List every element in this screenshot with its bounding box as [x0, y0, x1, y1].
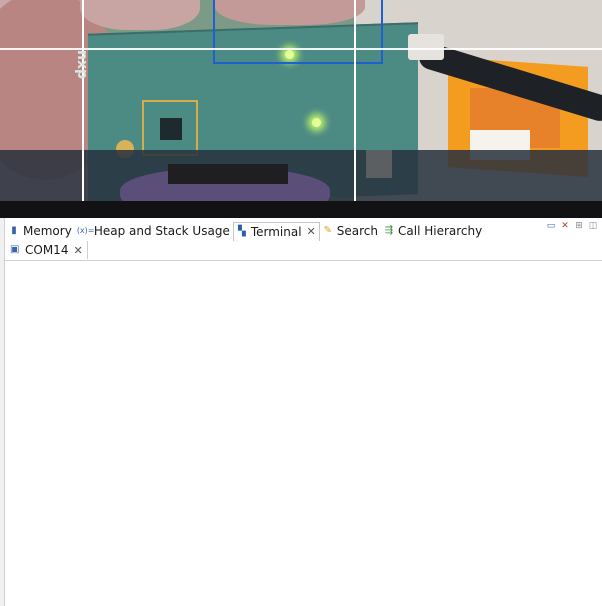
panel-divider [0, 201, 602, 218]
grid-line [354, 0, 356, 201]
view-tabs: ▮ Memory (x)= Heap and Stack Usage ▚ Ter… [6, 221, 485, 241]
board-logo: nxp [74, 50, 90, 80]
terminal-output[interactable] [5, 261, 602, 606]
component-grey [366, 150, 392, 178]
view-controls: ▭ ✕ ⊞ ◫ [546, 221, 598, 231]
tab-com14[interactable]: ▣ COM14 ✕ [8, 241, 88, 259]
close-icon[interactable]: ✕ [307, 225, 316, 238]
usb-connector [408, 34, 444, 60]
terminal-icon: ▚ [237, 225, 246, 237]
tab-memory[interactable]: ▮ Memory [6, 222, 75, 240]
tab-label: Terminal [250, 224, 302, 239]
hand-fingers [80, 0, 200, 30]
overlay-rectangle [213, 0, 383, 64]
tab-label: Call Hierarchy [398, 224, 483, 238]
led-green [312, 118, 321, 127]
tab-label: Memory [23, 224, 72, 238]
heap-icon: (x)= [76, 226, 95, 235]
ide-bottom-panel: ▮ Memory (x)= Heap and Stack Usage ▚ Ter… [0, 218, 602, 606]
tab-terminal[interactable]: ▚ Terminal ✕ [232, 221, 320, 241]
serial-port-icon: ▣ [10, 244, 20, 255]
pin-header [168, 164, 288, 184]
grid-line [82, 0, 84, 201]
tab-search[interactable]: ✎ Search [320, 222, 381, 240]
minimize-icon[interactable]: ▭ [546, 221, 556, 231]
tab-label: Search [336, 224, 378, 238]
memory-icon: ▮ [11, 225, 17, 236]
disconnect-icon[interactable]: ✕ [560, 221, 570, 231]
search-icon: ✎ [323, 225, 332, 236]
close-icon[interactable]: ✕ [73, 244, 82, 257]
scroll-lock-icon[interactable]: ⊞ [574, 221, 584, 231]
tab-label: Heap and Stack Usage [93, 224, 230, 238]
terminal-subtabs: ▣ COM14 ✕ [4, 241, 602, 261]
call-hierarchy-icon: ⇶ [384, 225, 394, 236]
maximize-icon[interactable]: ◫ [588, 221, 598, 231]
grid-line [0, 48, 602, 50]
camera-photo: nxp [0, 0, 602, 201]
tab-heap-and-stack-usage[interactable]: (x)= Heap and Stack Usage [75, 222, 233, 240]
chip [160, 118, 182, 140]
tab-call-hierarchy[interactable]: ⇶ Call Hierarchy [381, 222, 485, 240]
subtab-label: COM14 [25, 243, 69, 257]
